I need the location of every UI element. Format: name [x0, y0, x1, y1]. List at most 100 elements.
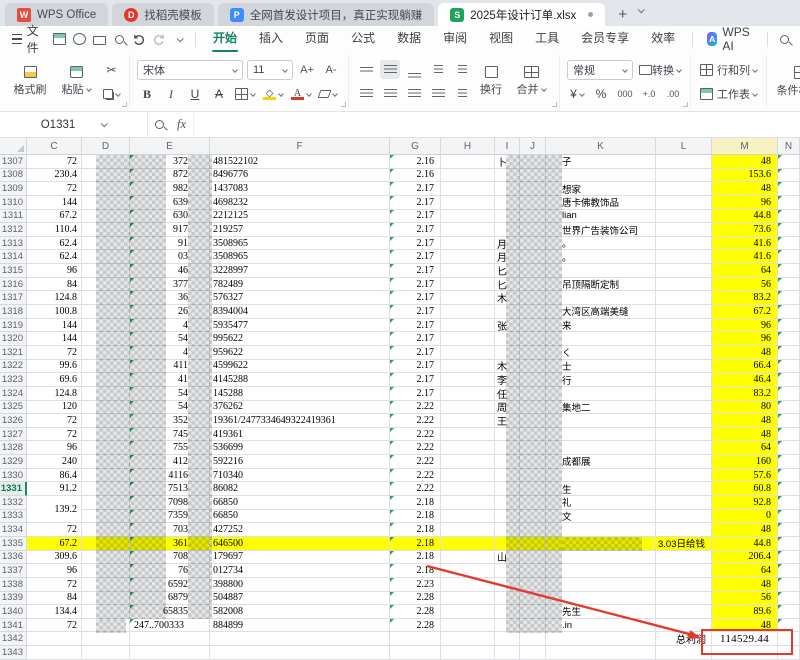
cell-F1315[interactable]: 3228997: [210, 264, 390, 278]
cell-H1338[interactable]: [441, 577, 495, 592]
col-header-N[interactable]: N: [778, 138, 800, 155]
row-header-1331[interactable]: 1331: [0, 482, 27, 497]
cell-N1316[interactable]: [778, 277, 800, 292]
cell-F1336[interactable]: 179697: [210, 550, 390, 565]
cell-M1325[interactable]: 80: [712, 400, 778, 415]
cell-K1312[interactable]: 世界广告装饰公司: [546, 223, 656, 237]
cell-G1321[interactable]: 2.17: [390, 345, 441, 360]
cell-1343[interactable]: [495, 646, 520, 660]
cell-F1318[interactable]: 8394004: [210, 305, 390, 319]
cell-F1338[interactable]: 398800: [210, 577, 390, 592]
row-header-1334[interactable]: 1334: [0, 523, 27, 537]
cell-I1314[interactable]: 月: [495, 250, 520, 265]
cell-K1308[interactable]: [546, 168, 656, 183]
cell-F1317[interactable]: 576327: [210, 291, 390, 306]
cell-L1322[interactable]: [656, 359, 712, 374]
cell-H1325[interactable]: [441, 400, 495, 415]
cell-N1315[interactable]: [778, 264, 800, 278]
cell-H1307[interactable]: [441, 155, 495, 169]
cell-J1327[interactable]: [520, 427, 546, 442]
align-middle-button[interactable]: [380, 60, 400, 79]
clear-format-button[interactable]: [317, 85, 339, 104]
col-header-E[interactable]: E: [130, 138, 210, 155]
cell-N1307[interactable]: [778, 155, 800, 169]
cell-F1341[interactable]: 884899: [210, 618, 390, 633]
cell-L1341[interactable]: [656, 618, 712, 633]
cell-G1311[interactable]: 2.17: [390, 209, 441, 224]
worksheet-button[interactable]: 工作表: [698, 84, 759, 103]
cell-D1339[interactable]: [82, 591, 130, 606]
cell-F1313[interactable]: 3508965: [210, 236, 390, 251]
cell-G1308[interactable]: 2.16: [390, 168, 441, 183]
cell-C1314[interactable]: 62.4: [27, 250, 82, 265]
cell-M1327[interactable]: 48: [712, 427, 778, 442]
cell-H1334[interactable]: [441, 523, 495, 537]
cell-N1319[interactable]: [778, 318, 800, 333]
cell-I1339[interactable]: [495, 591, 520, 606]
cell-G1337[interactable]: 2.18: [390, 564, 441, 578]
cell-K1331[interactable]: 生: [546, 482, 656, 497]
cell-J1323[interactable]: [520, 373, 546, 387]
cell-C1338[interactable]: 72: [27, 577, 82, 592]
cell-E1318[interactable]: 26: [130, 305, 210, 319]
cell-L1329[interactable]: [656, 455, 712, 469]
cell-N1313[interactable]: [778, 236, 800, 251]
cell-E1335[interactable]: 361: [130, 536, 210, 551]
rows-columns-button[interactable]: 行和列: [698, 60, 759, 79]
cell-D1324[interactable]: [82, 386, 130, 401]
cell-E1323[interactable]: 41: [130, 373, 210, 387]
cell-J1342[interactable]: [520, 632, 546, 647]
cell-G1314[interactable]: 2.17: [390, 250, 441, 265]
cell-M1309[interactable]: 48: [712, 182, 778, 196]
cell-F1319[interactable]: 5935477: [210, 318, 390, 333]
cell-G1319[interactable]: 2.17: [390, 318, 441, 333]
row-header-1323[interactable]: 1323: [0, 373, 27, 387]
cell-L1317[interactable]: [656, 291, 712, 306]
cell-K1339[interactable]: [546, 591, 656, 606]
cell-J1321[interactable]: [520, 345, 546, 360]
cell-F1327[interactable]: 419361: [210, 427, 390, 442]
cell-D1321[interactable]: [82, 345, 130, 360]
cell-I1310[interactable]: [495, 195, 520, 210]
cell-I1335[interactable]: [495, 536, 520, 551]
cell-G1335[interactable]: 2.18: [390, 536, 441, 551]
underline-button[interactable]: U: [185, 85, 205, 104]
cell-E1307[interactable]: 372: [130, 155, 210, 169]
cell-N1338[interactable]: [778, 577, 800, 592]
cell-J1307[interactable]: [520, 155, 546, 169]
cell-F1326[interactable]: 19361/2477334649322419361: [210, 414, 390, 428]
cell-E1310[interactable]: 639: [130, 195, 210, 210]
cell-L1324[interactable]: [656, 386, 712, 401]
cell-N1325[interactable]: [778, 400, 800, 415]
cell-C1327[interactable]: 72: [27, 427, 82, 442]
cell-F1309[interactable]: 1437083: [210, 182, 390, 196]
col-header-K[interactable]: K: [546, 138, 656, 155]
print-button[interactable]: [90, 29, 108, 49]
cell-I1311[interactable]: [495, 209, 520, 224]
cell-F1333[interactable]: 66850: [210, 509, 390, 524]
undo-button[interactable]: [130, 29, 148, 49]
cell-G1324[interactable]: 2.17: [390, 386, 441, 401]
cell-G1326[interactable]: 2.22: [390, 414, 441, 428]
cell-I1323[interactable]: 李: [495, 373, 520, 387]
cell-M1316[interactable]: 56: [712, 277, 778, 292]
cell-F1328[interactable]: 536699: [210, 441, 390, 456]
cell-K1311[interactable]: lian: [546, 209, 656, 224]
cell-J1331[interactable]: [520, 482, 546, 497]
cell-E1339[interactable]: 6879: [130, 591, 210, 606]
cell-K1314[interactable]: 。: [546, 250, 656, 265]
cell-M1333[interactable]: 0: [712, 509, 778, 524]
cell-C1309[interactable]: 72: [27, 182, 82, 196]
cell-L1335[interactable]: 3.03日给钱: [656, 536, 712, 551]
cell-M1338[interactable]: 48: [712, 577, 778, 592]
increase-decimal-button[interactable]: +.0: [639, 85, 659, 104]
cell-J1320[interactable]: [520, 332, 546, 346]
cell-J1314[interactable]: [520, 250, 546, 265]
cell-G1323[interactable]: 2.17: [390, 373, 441, 387]
wrap-text-button[interactable]: 换行: [472, 66, 510, 97]
cell-E1308[interactable]: 872: [130, 168, 210, 183]
cell-I1326[interactable]: 王: [495, 414, 520, 428]
cell-H1308[interactable]: [441, 168, 495, 183]
cell-F1308[interactable]: 8496776: [210, 168, 390, 183]
menu-tab-效率[interactable]: 效率: [640, 26, 686, 52]
